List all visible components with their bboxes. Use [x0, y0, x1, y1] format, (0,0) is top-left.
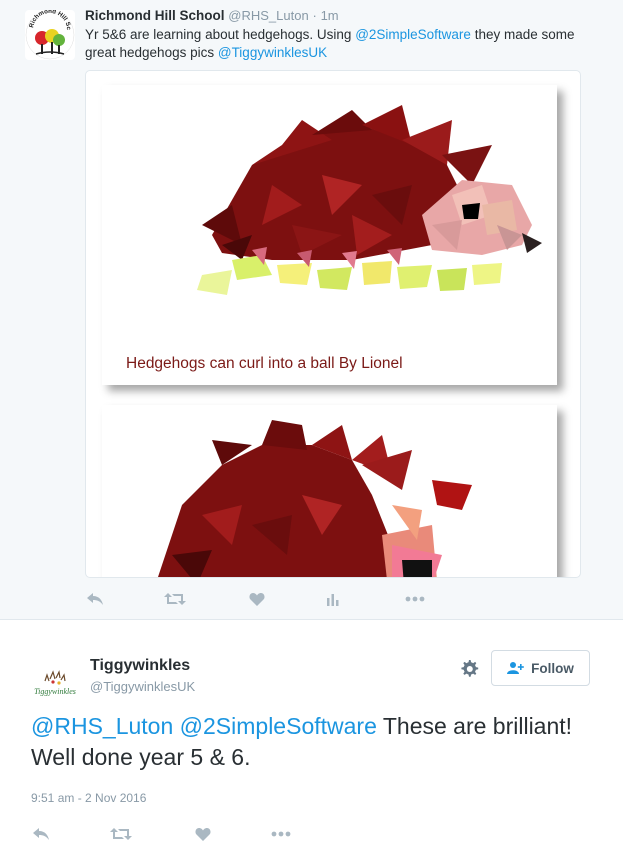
parent-tweet[interactable]: Richmond Hill School Richmond Hill Schoo… — [0, 0, 623, 620]
like-icon[interactable] — [245, 588, 269, 610]
parent-tweet-header: Richmond Hill School @RHS_Luton · 1m — [85, 8, 339, 23]
follow-label: Follow — [531, 660, 574, 676]
mention-link[interactable]: @2SimpleSoftware — [180, 713, 377, 739]
more-icon[interactable] — [269, 823, 293, 845]
analytics-icon[interactable] — [321, 588, 345, 610]
reply-timestamp[interactable]: 9:51 am - 2 Nov 2016 — [31, 791, 146, 805]
parent-timestamp[interactable]: 1m — [321, 8, 339, 23]
retweet-icon[interactable] — [109, 823, 133, 845]
media-image-1[interactable]: Hedgehogs can curl into a ball By Lionel — [102, 85, 557, 385]
reply-tweet: Tiggywinkles Tiggywinkles @TiggywinklesU… — [0, 621, 623, 852]
reply-tweet-text: @RHS_Luton @2SimpleSoftware These are br… — [31, 711, 591, 773]
retweet-icon[interactable] — [163, 588, 187, 610]
mention-link[interactable]: @2SimpleSoftware — [355, 27, 471, 42]
image-caption: Hedgehogs can curl into a ball By Lionel — [126, 355, 403, 372]
school-logo-icon: Richmond Hill School — [25, 10, 75, 60]
reply-icon[interactable] — [83, 588, 107, 610]
parent-tweet-text: Yr 5&6 are learning about hedgehogs. Usi… — [85, 26, 585, 62]
follow-person-icon — [507, 662, 524, 674]
parent-author-name[interactable]: Richmond Hill School — [85, 8, 225, 23]
reply-author-handle[interactable]: @TiggywinklesUK — [90, 679, 195, 694]
parent-tweet-actions — [85, 588, 445, 610]
richmond-hill-avatar[interactable]: Richmond Hill School — [25, 10, 75, 60]
reply-tweet-actions — [31, 823, 331, 845]
hedgehog-image — [197, 105, 542, 295]
gear-icon[interactable] — [458, 658, 480, 680]
like-icon[interactable] — [191, 823, 215, 845]
tweet-text-part: Yr 5&6 are learning about hedgehogs. Usi… — [85, 27, 356, 42]
media-image-2[interactable] — [102, 405, 557, 577]
mention-link[interactable]: @RHS_Luton — [31, 713, 173, 739]
reply-icon[interactable] — [29, 823, 53, 845]
avatar-text: Tiggywinkles — [34, 687, 76, 696]
separator-dot: · — [312, 8, 317, 23]
tweet-media[interactable]: Hedgehogs can curl into a ball By Lionel — [85, 70, 581, 578]
more-icon[interactable] — [403, 588, 427, 610]
parent-author-handle[interactable]: @RHS_Luton — [228, 8, 308, 23]
follow-button[interactable]: Follow — [491, 650, 590, 686]
reply-author-name[interactable]: Tiggywinkles — [90, 657, 190, 675]
tiggywinkles-logo-icon: Tiggywinkles — [31, 659, 79, 707]
tiggywinkles-avatar[interactable]: Tiggywinkles — [31, 659, 79, 707]
hedgehog-image-2 — [158, 420, 472, 577]
mention-link[interactable]: @TiggywinklesUK — [218, 45, 327, 60]
